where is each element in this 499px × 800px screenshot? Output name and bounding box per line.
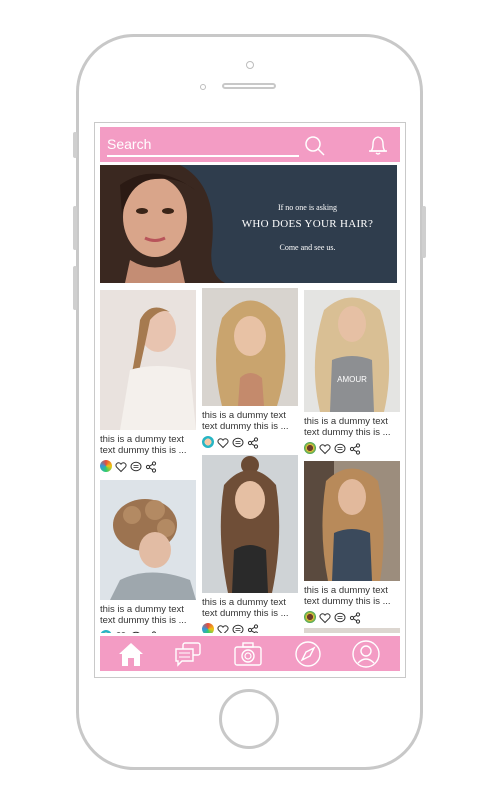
share-icon[interactable] bbox=[349, 611, 361, 624]
proximity-sensor bbox=[200, 84, 206, 90]
promo-banner[interactable]: If no one is asking WHO DOES YOUR HAIR? … bbox=[100, 165, 397, 283]
earpiece-speaker bbox=[222, 83, 276, 89]
post-grid: this is a dummy text text dummy this is … bbox=[95, 288, 405, 633]
post-card[interactable]: AMOUR this is a dummy text text dummy th… bbox=[304, 290, 400, 455]
search-bar bbox=[100, 127, 400, 162]
share-icon[interactable] bbox=[349, 442, 361, 455]
post-caption: this is a dummy text bbox=[202, 410, 286, 421]
banner-text: If no one is asking WHO DOES YOUR HAIR? … bbox=[218, 165, 397, 283]
post-actions bbox=[100, 629, 196, 633]
post-photo[interactable] bbox=[304, 461, 400, 581]
search-icon[interactable] bbox=[303, 134, 327, 158]
post-caption: text dummy this is ... bbox=[304, 596, 391, 607]
profile-icon[interactable] bbox=[351, 639, 381, 669]
post-actions bbox=[100, 459, 196, 473]
heart-icon[interactable] bbox=[217, 623, 229, 633]
app-screen: If no one is asking WHO DOES YOUR HAIR? … bbox=[94, 122, 406, 678]
post-photo[interactable] bbox=[202, 455, 298, 593]
share-icon[interactable] bbox=[145, 460, 157, 473]
post-card[interactable]: this is a dummy text text dummy this is … bbox=[100, 480, 196, 633]
svg-text:AMOUR: AMOUR bbox=[337, 375, 367, 384]
heart-icon[interactable] bbox=[319, 611, 331, 624]
post-card[interactable]: this is a dummy text text dummy this is … bbox=[202, 455, 298, 633]
post-photo[interactable] bbox=[304, 628, 400, 633]
comment-icon[interactable] bbox=[232, 436, 244, 448]
post-photo[interactable] bbox=[202, 288, 298, 406]
post-card[interactable]: this is a dummy text text dummy this is … bbox=[202, 288, 298, 449]
post-caption: this is a dummy text bbox=[304, 416, 388, 427]
home-icon[interactable] bbox=[116, 639, 146, 669]
avatar[interactable] bbox=[202, 623, 214, 633]
post-photo[interactable] bbox=[100, 480, 196, 600]
banner-line-1: If no one is asking bbox=[277, 203, 338, 212]
post-photo[interactable] bbox=[100, 290, 196, 430]
comment-icon[interactable] bbox=[334, 442, 346, 454]
heart-icon[interactable] bbox=[217, 436, 229, 449]
chat-icon[interactable] bbox=[173, 639, 203, 669]
camera-icon[interactable] bbox=[233, 639, 263, 669]
post-actions bbox=[202, 622, 298, 633]
post-caption: this is a dummy text bbox=[100, 434, 184, 445]
volume-up-button bbox=[73, 206, 77, 250]
post-actions bbox=[304, 441, 400, 455]
bottom-tab-bar bbox=[100, 636, 400, 671]
avatar[interactable] bbox=[100, 630, 112, 633]
comment-icon[interactable] bbox=[232, 623, 244, 633]
post-caption: text dummy this is ... bbox=[100, 445, 187, 456]
post-card[interactable] bbox=[304, 628, 400, 633]
post-caption: text dummy this is ... bbox=[202, 421, 289, 432]
post-caption: this is a dummy text bbox=[202, 597, 286, 608]
banner-line-3: Come and see us. bbox=[279, 243, 336, 252]
power-button bbox=[422, 206, 426, 258]
comment-icon[interactable] bbox=[130, 630, 142, 633]
avatar[interactable] bbox=[304, 442, 316, 454]
comment-icon[interactable] bbox=[130, 460, 142, 472]
comment-icon[interactable] bbox=[334, 611, 346, 623]
post-caption: this is a dummy text bbox=[304, 585, 388, 596]
avatar[interactable] bbox=[100, 460, 112, 472]
home-button[interactable] bbox=[219, 689, 279, 749]
share-icon[interactable] bbox=[247, 623, 259, 633]
volume-down-button bbox=[73, 266, 77, 310]
notification-bell-icon[interactable] bbox=[366, 133, 390, 157]
post-card[interactable]: this is a dummy text text dummy this is … bbox=[304, 461, 400, 624]
avatar[interactable] bbox=[202, 436, 214, 448]
post-caption: this is a dummy text bbox=[100, 604, 184, 615]
banner-model-photo bbox=[100, 165, 225, 283]
post-caption: text dummy this is ... bbox=[304, 427, 391, 438]
post-actions bbox=[202, 435, 298, 449]
heart-icon[interactable] bbox=[319, 442, 331, 455]
search-input[interactable] bbox=[107, 133, 299, 157]
share-icon[interactable] bbox=[247, 436, 259, 449]
front-camera bbox=[246, 61, 254, 69]
compass-icon[interactable] bbox=[293, 639, 323, 669]
post-caption: text dummy this is ... bbox=[100, 615, 187, 626]
post-card[interactable]: this is a dummy text text dummy this is … bbox=[100, 290, 196, 473]
share-icon[interactable] bbox=[145, 630, 157, 633]
mute-switch bbox=[73, 132, 77, 158]
banner-headline: WHO DOES YOUR HAIR? bbox=[241, 218, 374, 230]
heart-icon[interactable] bbox=[115, 630, 127, 633]
post-photo[interactable]: AMOUR bbox=[304, 290, 400, 412]
avatar[interactable] bbox=[304, 611, 316, 623]
post-caption: text dummy this is ... bbox=[202, 608, 289, 619]
post-actions bbox=[304, 610, 400, 624]
heart-icon[interactable] bbox=[115, 460, 127, 473]
